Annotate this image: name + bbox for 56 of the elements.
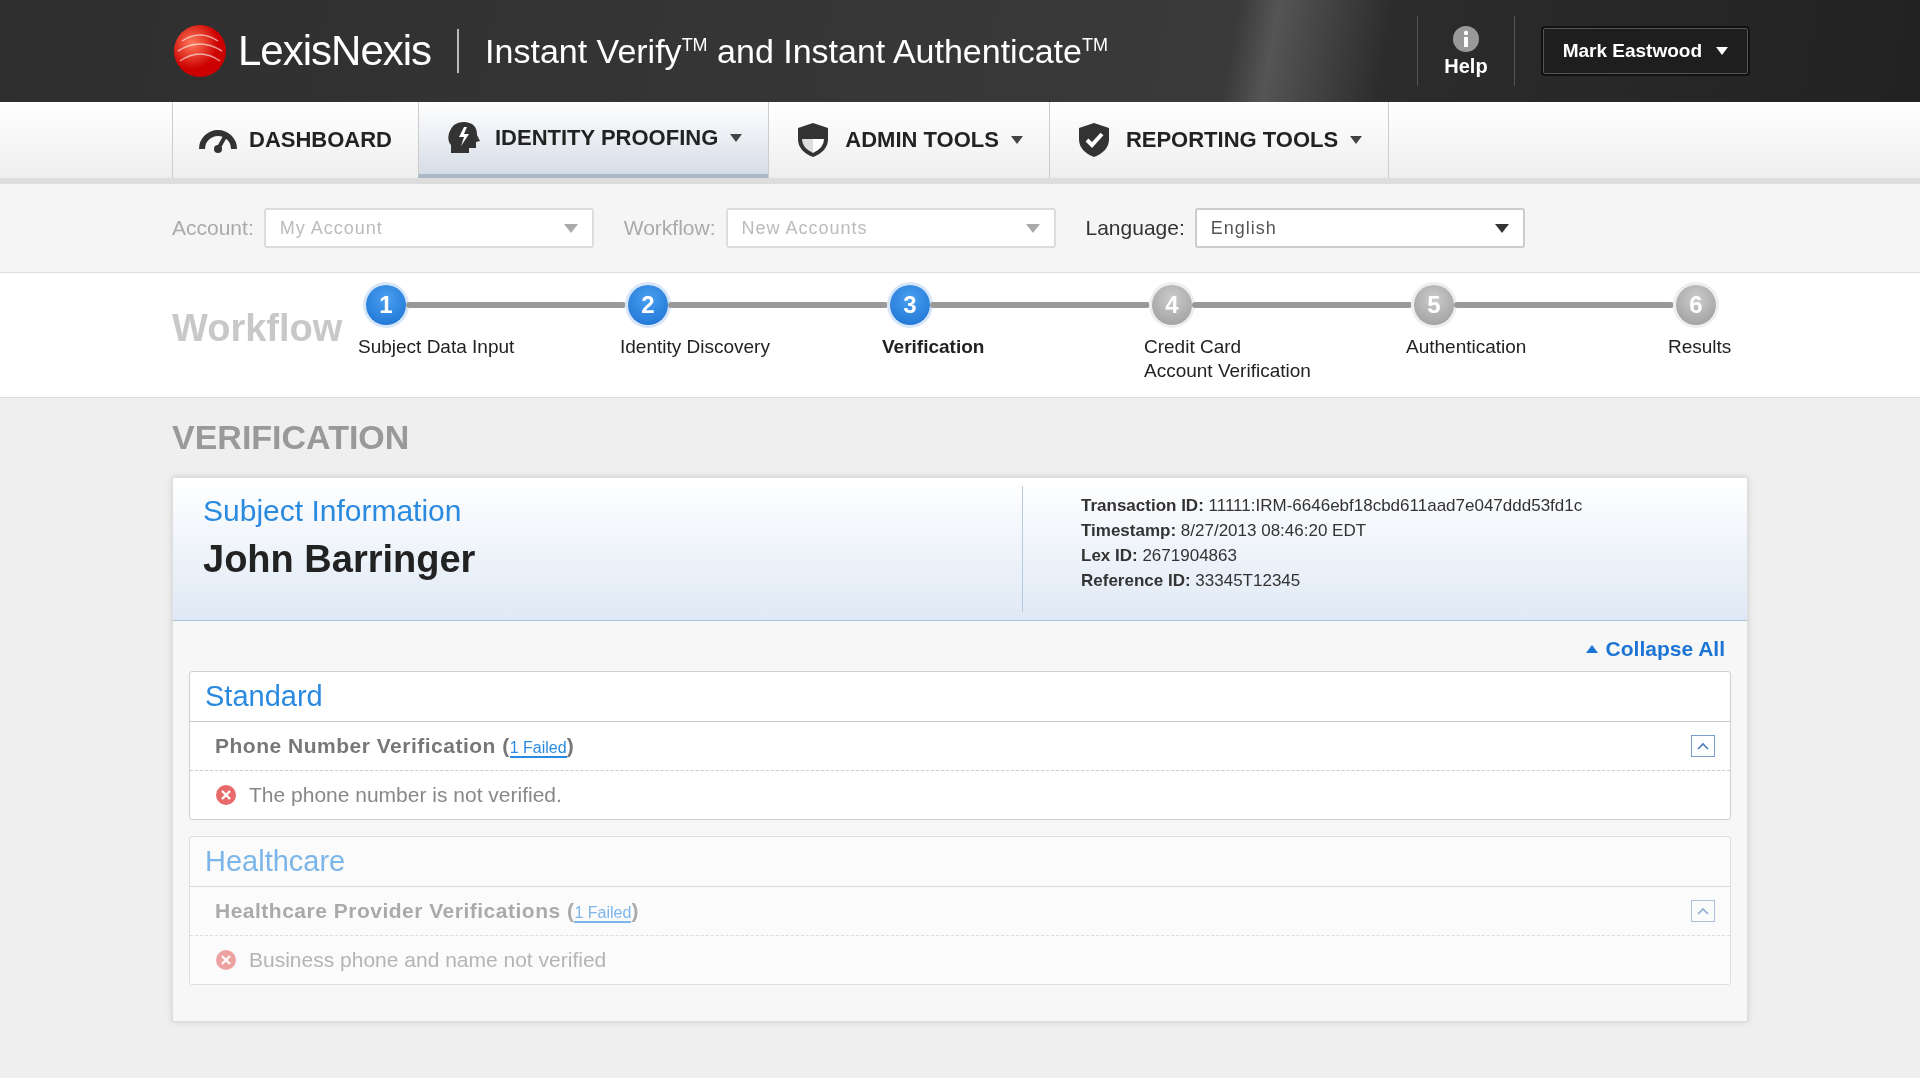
collapse-toggle[interactable] [1691, 735, 1715, 757]
step-number: 5 [1414, 285, 1454, 325]
section-title: Healthcare [190, 837, 1730, 887]
brand-name: LexisNexis [238, 27, 432, 75]
step-label: Verification [882, 335, 985, 359]
field-label: Language: [1085, 216, 1185, 240]
detail-text: Timestamp: 8/27/2013 08:46:20 EDT [1081, 521, 1368, 541]
page-title: VERIFICATION [172, 418, 411, 457]
section-heading: Subject Information [203, 494, 463, 528]
product-title: Instant Verify$^{TM}$ and Instant Authenticate$^{TM}$ [485, 31, 1108, 71]
nav-tab[interactable]: IDENTITY PROOFING [418, 102, 769, 178]
step-label: Subject Data Input [358, 335, 515, 359]
detail-text: Lex ID: 2671904863 [1081, 546, 1238, 566]
check-title: Healthcare Provider Verifications ( [215, 899, 575, 922]
caret-icon [563, 223, 578, 233]
caret-icon [730, 134, 743, 142]
dropdown-field[interactable]: English [1194, 208, 1525, 248]
error-icon [215, 784, 237, 806]
step-label: Authentication [1406, 335, 1527, 359]
chevron-up-icon [1697, 907, 1709, 915]
step-number: 1 [366, 285, 406, 325]
field-label: Workflow: [623, 216, 716, 240]
error-message: Business phone and name not verified [249, 948, 607, 972]
detail-text: Transaction ID: 11111:IRM-6646ebf18cbd611aad7e047ddd53fd1c [1081, 496, 1583, 516]
detail-text: Reference ID: 33345T12345 [1081, 571, 1302, 591]
logo-icon [172, 23, 228, 79]
section-title: Standard [190, 672, 1730, 722]
step-number: 4 [1152, 285, 1192, 325]
caret-icon [1494, 223, 1509, 233]
error-message: The phone number is not verified. [249, 783, 562, 807]
caret-icon [1010, 136, 1023, 144]
info-icon[interactable] [1451, 24, 1480, 53]
caret-icon [1025, 223, 1040, 233]
nav-tab[interactable]: REPORTING TOOLS [1048, 102, 1390, 178]
step-number: 6 [1676, 285, 1716, 325]
step-label: Results [1668, 335, 1732, 359]
caret-icon [1585, 645, 1598, 653]
step-number: 3 [890, 285, 930, 325]
field-label: Account: [172, 216, 254, 240]
collapse-toggle[interactable] [1691, 900, 1715, 922]
error-icon [215, 949, 237, 971]
caret-icon [1716, 47, 1728, 55]
check-title: Phone Number Verification ( [215, 734, 510, 757]
chevron-up-icon [1697, 742, 1709, 750]
step-label: Credit Card Account Verification [1144, 335, 1311, 383]
check-title-end: ) [566, 734, 575, 757]
failed-link[interactable]: 1 Failed [509, 739, 567, 758]
caret-icon [1350, 136, 1363, 144]
step-number: 2 [628, 285, 668, 325]
check-title-end: ) [631, 899, 639, 922]
nav-tab[interactable]: ADMIN TOOLS [768, 102, 1049, 178]
help-link[interactable]: Help [1444, 54, 1488, 78]
user-menu-button[interactable]: Mark Eastwood [1540, 26, 1750, 76]
collapse-all-link[interactable]: Collapse All [1585, 637, 1725, 661]
subject-name: John Barringer [203, 538, 477, 581]
step-label: Identity Discovery [620, 335, 770, 359]
